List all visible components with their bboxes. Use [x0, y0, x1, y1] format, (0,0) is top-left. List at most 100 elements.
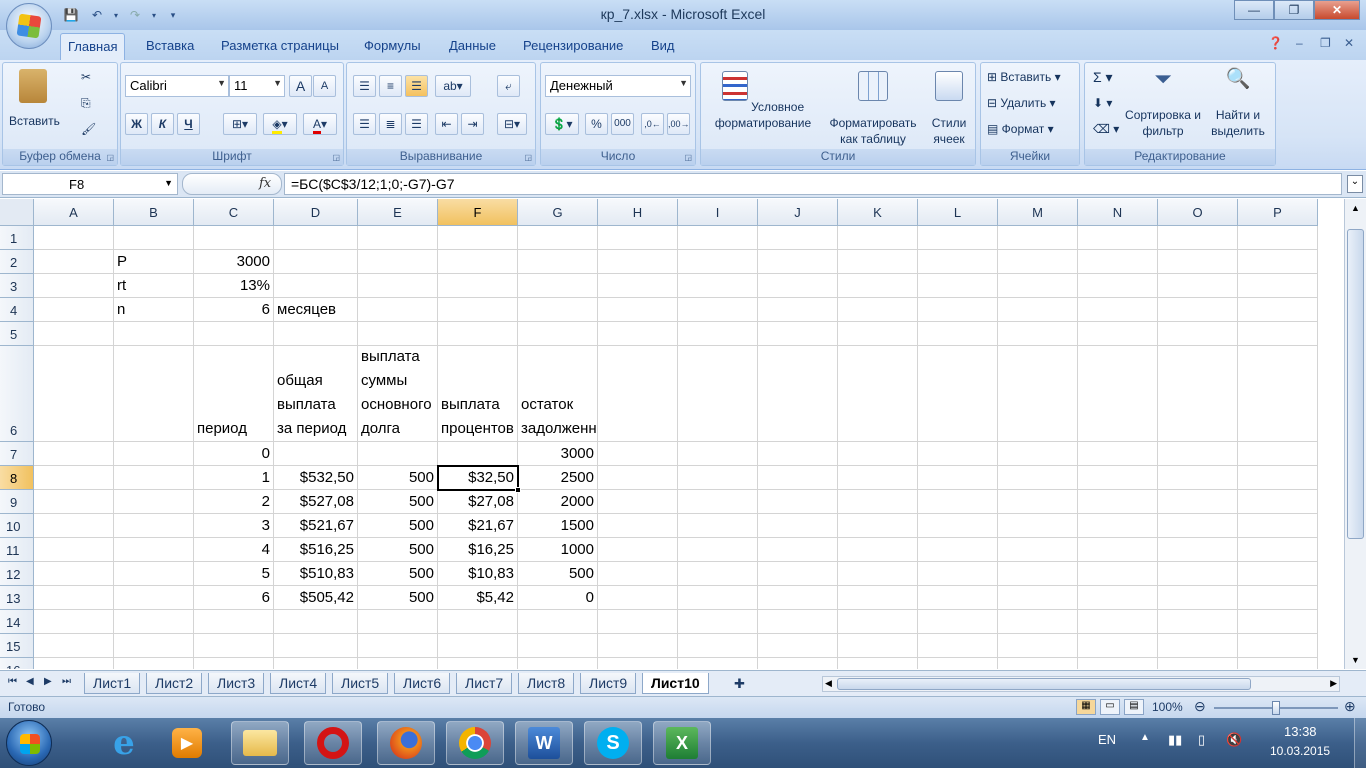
- row-header-13[interactable]: 13: [0, 586, 34, 610]
- conditional-formatting-button[interactable]: Условное форматирование: [705, 71, 821, 131]
- cell-g14[interactable]: [518, 610, 598, 634]
- cell-n8[interactable]: [1078, 466, 1158, 490]
- cell-h15[interactable]: [598, 634, 678, 658]
- column-header-l[interactable]: L: [918, 199, 998, 226]
- cell-i7[interactable]: [678, 442, 758, 466]
- cell-m5[interactable]: [998, 322, 1078, 346]
- cell-j3[interactable]: [758, 274, 838, 298]
- cell-o6[interactable]: [1158, 346, 1238, 442]
- column-header-d[interactable]: D: [274, 199, 358, 226]
- cell-i4[interactable]: [678, 298, 758, 322]
- formula-input[interactable]: =БС($C$3/12;1;0;-G7)-G7: [284, 173, 1342, 195]
- cell-p11[interactable]: [1238, 538, 1318, 562]
- restore-button[interactable]: ❐: [1274, 0, 1314, 20]
- cell-c11[interactable]: 4: [194, 538, 274, 562]
- cell-h4[interactable]: [598, 298, 678, 322]
- cell-f10[interactable]: $21,67: [438, 514, 518, 538]
- cell-n6[interactable]: [1078, 346, 1158, 442]
- format-painter-icon[interactable]: 🖌: [81, 121, 96, 137]
- sheet-tab-10[interactable]: Лист10: [642, 673, 709, 694]
- cell-d4[interactable]: месяцев: [274, 298, 358, 322]
- cell-j9[interactable]: [758, 490, 838, 514]
- format-as-table-button[interactable]: Форматировать как таблицу: [823, 71, 923, 147]
- cell-a8[interactable]: [34, 466, 114, 490]
- cell-o9[interactable]: [1158, 490, 1238, 514]
- horizontal-scrollbar[interactable]: ◀ ▶: [822, 676, 1340, 692]
- percent-style-button[interactable]: %: [585, 113, 608, 135]
- cell-j11[interactable]: [758, 538, 838, 562]
- cell-f14[interactable]: [438, 610, 518, 634]
- cell-b7[interactable]: [114, 442, 194, 466]
- cell-l4[interactable]: [918, 298, 998, 322]
- find-select-button[interactable]: 🔍 Найти и выделить: [1203, 69, 1273, 139]
- cell-h14[interactable]: [598, 610, 678, 634]
- cell-d11[interactable]: $516,25: [274, 538, 358, 562]
- cell-f5[interactable]: [438, 322, 518, 346]
- cell-b16[interactable]: [114, 658, 194, 669]
- volume-muted-icon[interactable]: 🔇: [1226, 732, 1242, 748]
- cell-j8[interactable]: [758, 466, 838, 490]
- cell-m11[interactable]: [998, 538, 1078, 562]
- cell-p3[interactable]: [1238, 274, 1318, 298]
- autosum-button[interactable]: Σ ▾: [1093, 69, 1113, 85]
- decrease-decimal-icon[interactable]: ,00→: [667, 113, 690, 135]
- worksheet-grid[interactable]: ABCDEFGHIJKLMNOP12345678910111213141516P…: [0, 199, 1344, 669]
- cell-p16[interactable]: [1238, 658, 1318, 669]
- font-dialog-launcher-icon[interactable]: ◲: [332, 153, 340, 162]
- cell-a5[interactable]: [34, 322, 114, 346]
- cell-g2[interactable]: [518, 250, 598, 274]
- cell-m7[interactable]: [998, 442, 1078, 466]
- column-header-j[interactable]: J: [758, 199, 838, 226]
- cell-j10[interactable]: [758, 514, 838, 538]
- cell-e2[interactable]: [358, 250, 438, 274]
- font-size-combo[interactable]: 11 ▼: [229, 75, 285, 97]
- cell-b2[interactable]: P: [114, 250, 194, 274]
- language-indicator[interactable]: EN: [1098, 732, 1116, 747]
- column-header-g[interactable]: G: [518, 199, 598, 226]
- zoom-slider[interactable]: [1214, 701, 1338, 715]
- cell-f16[interactable]: [438, 658, 518, 669]
- cell-i10[interactable]: [678, 514, 758, 538]
- column-header-k[interactable]: K: [838, 199, 918, 226]
- cell-p15[interactable]: [1238, 634, 1318, 658]
- cell-o2[interactable]: [1158, 250, 1238, 274]
- scroll-down-icon[interactable]: ▼: [1351, 655, 1360, 665]
- align-bottom-icon[interactable]: ☰: [405, 75, 428, 97]
- cell-j1[interactable]: [758, 226, 838, 250]
- cell-m15[interactable]: [998, 634, 1078, 658]
- row-header-10[interactable]: 10: [0, 514, 34, 538]
- cell-g12[interactable]: 500: [518, 562, 598, 586]
- tab-data[interactable]: Данные: [449, 38, 496, 53]
- align-middle-icon[interactable]: ≡: [379, 75, 402, 97]
- cell-g8[interactable]: 2500: [518, 466, 598, 490]
- cell-a11[interactable]: [34, 538, 114, 562]
- cell-k9[interactable]: [838, 490, 918, 514]
- word-icon[interactable]: W: [515, 721, 573, 765]
- column-header-m[interactable]: M: [998, 199, 1078, 226]
- row-header-16[interactable]: 16: [0, 658, 34, 669]
- internet-explorer-icon[interactable]: e: [95, 721, 153, 765]
- cell-b5[interactable]: [114, 322, 194, 346]
- chrome-icon[interactable]: [446, 721, 504, 765]
- cell-h6[interactable]: [598, 346, 678, 442]
- excel-icon[interactable]: X: [653, 721, 711, 765]
- row-header-14[interactable]: 14: [0, 610, 34, 634]
- office-button[interactable]: [6, 3, 52, 49]
- cell-e10[interactable]: 500: [358, 514, 438, 538]
- increase-indent-icon[interactable]: ⇥: [461, 113, 484, 135]
- column-header-n[interactable]: N: [1078, 199, 1158, 226]
- cell-p7[interactable]: [1238, 442, 1318, 466]
- cell-k7[interactable]: [838, 442, 918, 466]
- column-header-o[interactable]: O: [1158, 199, 1238, 226]
- row-header-2[interactable]: 2: [0, 250, 34, 274]
- expand-formula-bar-icon[interactable]: ⌄: [1347, 175, 1363, 193]
- cell-d2[interactable]: [274, 250, 358, 274]
- sheet-tab-9[interactable]: Лист9: [580, 673, 637, 694]
- cell-p8[interactable]: [1238, 466, 1318, 490]
- cell-a16[interactable]: [34, 658, 114, 669]
- page-layout-view-icon[interactable]: ▭: [1100, 699, 1120, 715]
- cell-h13[interactable]: [598, 586, 678, 610]
- horizontal-scroll-thumb[interactable]: [837, 678, 1251, 690]
- row-header-9[interactable]: 9: [0, 490, 34, 514]
- sheet-tab-4[interactable]: Лист4: [270, 673, 327, 694]
